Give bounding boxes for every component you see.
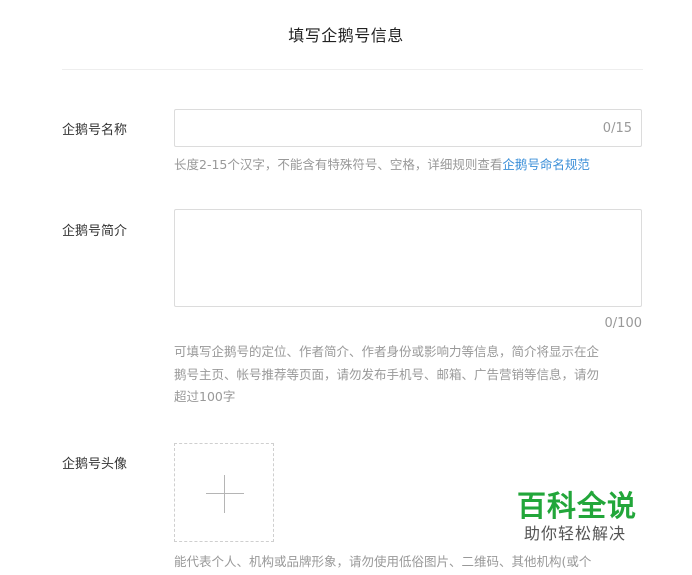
avatar-label: 企鹅号头像 <box>62 457 128 472</box>
title-divider <box>62 69 643 70</box>
intro-label: 企鹅号简介 <box>62 224 128 239</box>
intro-hint-line: 超过100字 <box>174 389 236 404</box>
name-counter: 0/15 <box>602 121 632 136</box>
intro-counter: 0/100 <box>604 316 642 331</box>
name-label: 企鹅号名称 <box>62 123 128 138</box>
naming-rules-link[interactable]: 企鹅号命名规范 <box>502 157 590 172</box>
name-hint-text: 长度2-15个汉字，不能含有特殊符号、空格，详细规则查看 <box>174 157 503 172</box>
name-hint: 长度2-15个汉字，不能含有特殊符号、空格，详细规则查看企鹅号命名规范 <box>174 154 590 177</box>
intro-hint: 可填写企鹅号的定位、作者简介、作者身份或影响力等信息，简介将显示在企 鹅号主页、… <box>174 341 599 409</box>
avatar-upload-button[interactable] <box>174 443 274 542</box>
watermark-subtitle: 助你轻松解决 <box>524 524 627 543</box>
avatar-hint: 能代表个人、机构或品牌形象，请勿使用低俗图片、二维码、其他机构(或个 <box>174 554 592 569</box>
page-title: 填写企鹅号信息 <box>288 26 404 45</box>
intro-hint-line: 鹅号主页、帐号推荐等页面，请勿发布手机号、邮箱、广告营销等信息，请勿 <box>174 366 600 382</box>
intro-textarea[interactable] <box>174 209 642 307</box>
watermark-logo: 百科全说 <box>517 489 638 523</box>
name-input[interactable]: 0/15 <box>174 109 642 147</box>
intro-hint-line: 可填写企鹅号的定位、作者简介、作者身份或影响力等信息，简介将显示在企 <box>174 344 600 359</box>
